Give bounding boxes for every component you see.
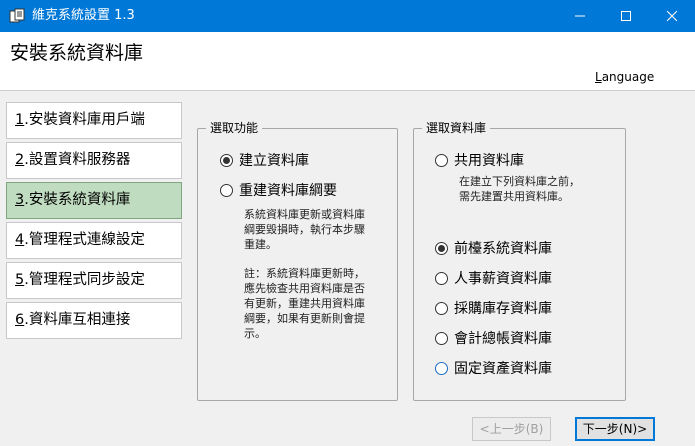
radio-checked-icon [435, 241, 448, 255]
nav-item-label: .管理程式連線設定 [24, 232, 145, 248]
radio-label: 人事薪資資料庫 [454, 271, 552, 287]
nav-item-install-database[interactable]: 3.安裝系統資料庫 [6, 182, 182, 219]
previous-button[interactable]: <上一步(B) [472, 417, 551, 441]
desc-line: 系統資料庫更新或資料庫 [244, 208, 365, 221]
language-label: anguage [601, 70, 655, 84]
close-icon [667, 11, 677, 21]
nav-item-label: .設置資料服務器 [24, 152, 131, 168]
nav-item-connection-settings[interactable]: 4.管理程式連線設定 [6, 222, 182, 259]
nav-item-label: .安裝系統資料庫 [24, 192, 131, 208]
radio-label: 採購庫存資料庫 [454, 301, 552, 317]
page-header: 安裝系統資料庫 Language [0, 32, 695, 90]
radio-accounting-database[interactable]: 會計總帳資料庫 [435, 328, 552, 348]
radio-frontdesk-database[interactable]: 前檯系統資料庫 [435, 238, 552, 258]
page-title: 安裝系統資料庫 [10, 42, 144, 64]
nav-item-label: .安裝資料庫用戶端 [24, 112, 145, 128]
nav-mnemonic: 6 [15, 312, 25, 328]
desc-line: 綱要毀損時，執行本步驟 [244, 223, 365, 236]
minimize-icon [575, 15, 585, 17]
note-line: 註：系統資料庫更新時， [244, 267, 365, 280]
radio-unchecked-icon [435, 361, 448, 375]
radio-shared-database[interactable]: 共用資料庫 [435, 150, 524, 170]
radio-label: 固定資產資料庫 [454, 361, 552, 377]
language-link[interactable]: Language [595, 70, 654, 84]
function-group-title: 選取功能 [206, 120, 263, 136]
database-group: 選取資料庫 共用資料庫 在建立下列資料庫之前， 需先建置共用資料庫。 前檯系統資… [413, 120, 626, 401]
radio-hr-database[interactable]: 人事薪資資料庫 [435, 268, 552, 288]
note-line: 示。 [244, 327, 266, 340]
radio-label: 建立資料庫 [239, 153, 309, 169]
window-title: 維克系統設置 1.3 [32, 8, 135, 23]
nav-item-install-client[interactable]: 1.安裝資料庫用戶端 [6, 102, 182, 139]
radio-unchecked-icon [435, 331, 448, 345]
note-line: 應先檢查共用資料庫是否 [244, 282, 365, 295]
title-bar: 維克系統設置 1.3 [0, 0, 695, 32]
minimize-button[interactable] [557, 0, 603, 32]
nav-item-label: .資料庫互相連接 [24, 312, 131, 328]
radio-rebuild-schema[interactable]: 重建資料庫綱要 [220, 180, 337, 200]
content-area: 1.安裝資料庫用戶端 2.設置資料服務器 3.安裝系統資料庫 4.管理程式連線設… [0, 90, 695, 446]
radio-label: 前檯系統資料庫 [454, 241, 552, 257]
radio-purchase-database[interactable]: 採購庫存資料庫 [435, 298, 552, 318]
nav-mnemonic: 4 [15, 232, 25, 248]
radio-unchecked-icon [435, 271, 448, 285]
desc-line: 需先建置共用資料庫。 [459, 190, 569, 203]
language-mnemonic: L [595, 70, 602, 84]
radio-unchecked-icon [435, 301, 448, 315]
nav-item-data-server[interactable]: 2.設置資料服務器 [6, 142, 182, 179]
next-button[interactable]: 下一步(N)> [575, 417, 655, 441]
note-line: 綱要，如果有更新則會提 [244, 312, 365, 325]
maximize-button[interactable] [603, 0, 649, 32]
rebuild-note: 註：系統資料庫更新時， 應先檢查共用資料庫是否 有更新，重建共用資料庫 綱要，如… [244, 266, 365, 341]
radio-create-database[interactable]: 建立資料庫 [220, 150, 309, 170]
app-icon [9, 8, 25, 23]
nav-item-database-link[interactable]: 6.資料庫互相連接 [6, 302, 182, 339]
desc-line: 在建立下列資料庫之前， [459, 175, 580, 188]
radio-label: 重建資料庫綱要 [239, 183, 337, 199]
maximize-icon [621, 11, 631, 21]
desc-line: 重建。 [244, 238, 277, 251]
radio-checked-icon [220, 153, 233, 167]
nav-mnemonic: 2 [15, 152, 25, 168]
shared-description: 在建立下列資料庫之前， 需先建置共用資料庫。 [459, 174, 580, 204]
radio-unchecked-icon [220, 183, 233, 197]
nav-mnemonic: 5 [15, 272, 25, 288]
nav-item-label: .管理程式同步設定 [24, 272, 145, 288]
radio-assets-database[interactable]: 固定資產資料庫 [435, 358, 552, 378]
radio-unchecked-icon [435, 153, 448, 167]
nav-mnemonic: 1 [15, 112, 25, 128]
radio-label: 共用資料庫 [454, 153, 524, 169]
function-group: 選取功能 建立資料庫 重建資料庫綱要 系統資料庫更新或資料庫 綱要毀損時，執行本… [197, 120, 398, 401]
nav-item-sync-settings[interactable]: 5.管理程式同步設定 [6, 262, 182, 299]
close-button[interactable] [649, 0, 695, 32]
database-group-title: 選取資料庫 [422, 120, 491, 136]
nav-mnemonic: 3 [15, 192, 25, 208]
radio-label: 會計總帳資料庫 [454, 331, 552, 347]
rebuild-description: 系統資料庫更新或資料庫 綱要毀損時，執行本步驟 重建。 [244, 207, 365, 252]
note-line: 有更新，重建共用資料庫 [244, 297, 365, 310]
